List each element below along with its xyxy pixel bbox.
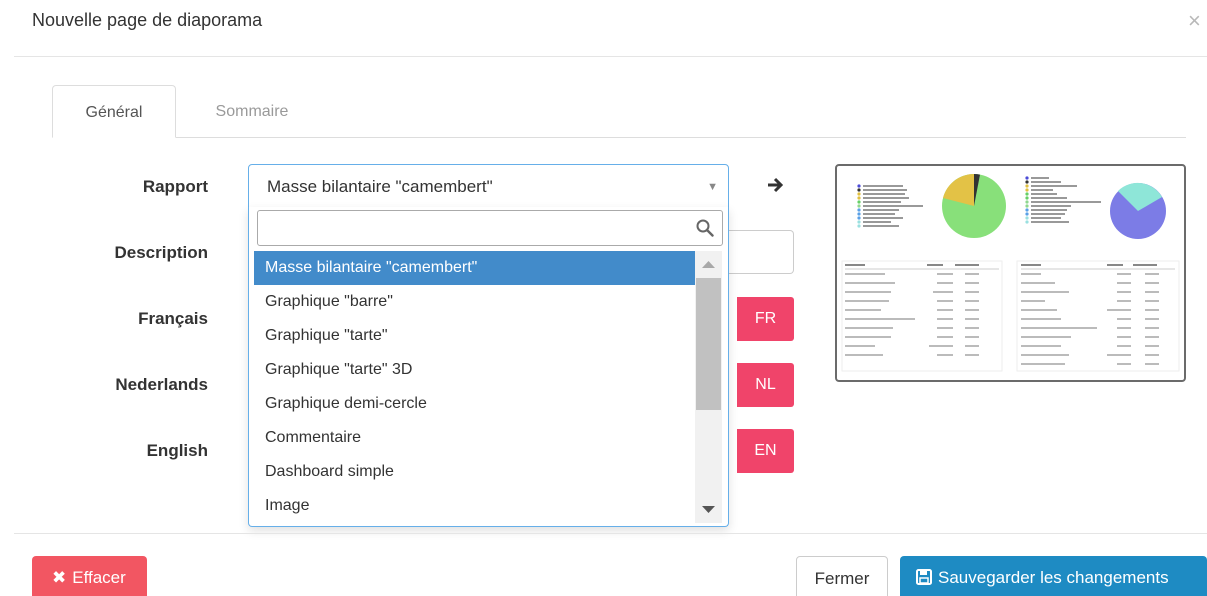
preview-image [841, 174, 1180, 372]
save-label: Sauvegarder les changements [938, 568, 1169, 587]
description-input[interactable] [729, 230, 794, 274]
scroll-up-icon[interactable] [695, 251, 722, 278]
search-icon [696, 219, 714, 237]
modal-title: Nouvelle page de diaporama [32, 10, 263, 30]
lang-fr-button[interactable]: FR [737, 297, 794, 341]
effacer-label: Effacer [72, 568, 126, 587]
footer-divider [14, 533, 1207, 534]
scrollbar-thumb[interactable] [696, 278, 721, 410]
report-preview-thumbnail [835, 164, 1186, 382]
nederlands-label: Nederlands [115, 375, 208, 394]
save-button[interactable]: Sauvegarder les changements [900, 556, 1207, 596]
tab-bar: Général Sommaire [52, 85, 1186, 138]
caret-down-icon: ▼ [707, 181, 718, 193]
dropdown-option[interactable]: Graphique "tarte" [254, 319, 695, 353]
times-icon: ✖ [52, 568, 67, 587]
dropdown-option[interactable]: Graphique demi-cercle [254, 387, 695, 421]
dropdown-scrollbar[interactable] [695, 251, 722, 523]
tab-general[interactable]: Général [52, 85, 176, 138]
floppy-disk-icon [916, 569, 932, 585]
dropdown-option[interactable]: Image [254, 489, 695, 523]
francais-label: Français [138, 309, 208, 328]
dropdown-option[interactable]: Masse bilantaire "camembert" [254, 251, 695, 285]
dropdown-option[interactable]: Graphique "tarte" 3D [254, 353, 695, 387]
rapport-dropdown: Masse bilantaire "camembert" Graphique "… [248, 207, 729, 527]
arrow-right-icon[interactable] [766, 175, 784, 195]
english-label: English [146, 441, 208, 460]
dropdown-search-input[interactable] [260, 213, 680, 243]
rapport-select[interactable]: Masse bilantaire "camembert" ▼ [248, 164, 729, 208]
lang-en-button[interactable]: EN [737, 429, 794, 473]
dropdown-option[interactable]: Graphique "barre" [254, 285, 695, 319]
scroll-down-icon[interactable] [695, 496, 722, 523]
dropdown-options: Masse bilantaire "camembert" Graphique "… [254, 251, 695, 523]
dropdown-search[interactable] [257, 210, 723, 246]
lang-nl-button[interactable]: NL [737, 363, 794, 407]
header-divider [14, 56, 1207, 57]
rapport-label: Rapport [142, 177, 208, 196]
dropdown-option[interactable]: Dashboard simple [254, 455, 695, 489]
description-label: Description [114, 243, 208, 262]
dropdown-option[interactable]: Commentaire [254, 421, 695, 455]
fermer-button[interactable]: Fermer [796, 556, 888, 596]
close-icon[interactable]: × [1188, 10, 1201, 32]
rapport-select-value: Masse bilantaire "camembert" [267, 177, 493, 196]
effacer-button[interactable]: ✖ Effacer [32, 556, 147, 596]
tab-sommaire[interactable]: Sommaire [202, 85, 302, 138]
